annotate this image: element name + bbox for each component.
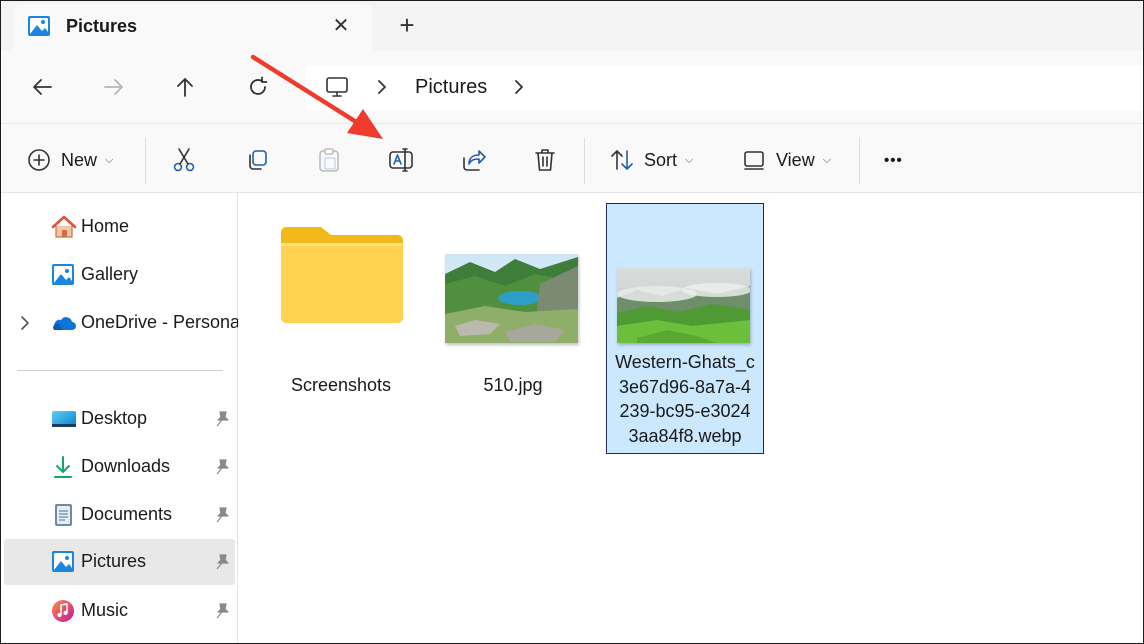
chevron-right-icon[interactable] (375, 77, 389, 97)
image-thumbnail (445, 254, 578, 343)
delete-button[interactable] (533, 146, 557, 174)
new-tab-button[interactable]: + (395, 12, 419, 38)
sidebar-item-gallery[interactable]: Gallery (1, 252, 237, 298)
sidebar-item-label: Home (81, 216, 130, 236)
new-button[interactable]: New ⌵ (27, 146, 113, 174)
file-name-line: Western-Ghats_c (615, 352, 755, 372)
documents-icon (55, 504, 72, 526)
sidebar-item-label: Documents (81, 504, 173, 524)
file-name: 510.jpg (483, 375, 543, 395)
back-button[interactable] (26, 71, 58, 103)
sidebar-item-label: Pictures (81, 551, 147, 571)
tab-pictures[interactable]: Pictures ✕ (13, 4, 372, 51)
folder-icon (281, 227, 403, 323)
share-icon (463, 150, 486, 171)
this-pc-icon (326, 77, 348, 97)
tab-strip: Pictures ✕ + (1, 1, 1143, 51)
file-name: Screenshots (290, 375, 392, 395)
sidebar-item-pictures[interactable]: Pictures (4, 539, 235, 585)
breadcrumb-pictures[interactable]: Pictures (415, 76, 487, 99)
image-thumbnail (617, 268, 750, 343)
chevron-right-icon[interactable] (512, 77, 526, 97)
pin-icon[interactable] (213, 458, 231, 476)
view-label: View (776, 149, 815, 170)
pin-icon[interactable] (213, 553, 231, 571)
file-name-line: 3e67d96-8a7a-4 (618, 376, 752, 397)
paste-button[interactable] (317, 146, 341, 174)
music-icon (52, 600, 74, 622)
sidebar-item-home[interactable]: Home (1, 204, 237, 250)
copy-button[interactable] (245, 146, 269, 174)
sort-label: Sort (644, 149, 678, 170)
plus-circle-icon (28, 149, 50, 171)
sidebar-item-label: OneDrive - Persona (81, 312, 241, 332)
file-name-line: 3aa84f8.webp (628, 425, 742, 446)
chevron-down-icon: ⌵ (822, 153, 832, 166)
pin-icon[interactable] (213, 602, 231, 620)
pin-icon[interactable] (213, 506, 231, 524)
home-icon (51, 215, 77, 238)
divider (145, 138, 146, 184)
copy-icon (249, 150, 267, 170)
scissors-icon (173, 148, 195, 172)
chevron-down-icon: ⌵ (685, 153, 694, 166)
sidebar-item-label: Gallery (81, 264, 139, 284)
pictures-icon (52, 551, 74, 572)
file-item-folder[interactable]: Screenshots (270, 215, 412, 395)
cut-button[interactable] (172, 146, 196, 174)
navigation-pane: Home Gallery OneDrive - Persona Desktop … (1, 193, 241, 643)
sidebar-item-downloads[interactable]: Downloads (1, 444, 237, 490)
navigation-bar: Pictures (1, 51, 1143, 123)
sort-button[interactable]: Sort ⌵ (610, 146, 693, 174)
close-tab-icon[interactable]: ✕ (329, 14, 353, 38)
gallery-icon (52, 264, 74, 285)
file-item-image-selected[interactable]: Western-Ghats_c 3e67d96-8a7a-4 239-bc95-… (606, 203, 764, 454)
rename-icon (389, 148, 413, 172)
sort-icon (611, 150, 633, 170)
arrow-right-icon (104, 79, 123, 95)
more-icon: ••• (884, 151, 903, 169)
clipboard-icon (319, 148, 339, 172)
sidebar-item-desktop[interactable]: Desktop (1, 396, 237, 442)
trash-icon (535, 149, 555, 171)
pictures-icon (28, 16, 50, 36)
file-explorer-window: Pictures ✕ + Pictures New ⌵ Sort ⌵ View … (0, 0, 1144, 644)
view-icon (744, 151, 764, 170)
onedrive-icon (53, 317, 76, 330)
sidebar-item-label: Desktop (81, 408, 148, 428)
sidebar-item-label: Downloads (81, 456, 171, 476)
refresh-button[interactable] (242, 71, 274, 103)
more-options-button[interactable]: ••• (884, 146, 903, 174)
sidebar-item-music[interactable]: Music (1, 588, 237, 634)
divider (859, 138, 860, 184)
rename-button[interactable] (388, 146, 414, 174)
sidebar-divider (17, 370, 223, 371)
chevron-right-icon[interactable] (19, 314, 31, 332)
view-button[interactable]: View ⌵ (742, 146, 831, 174)
refresh-icon (250, 76, 268, 95)
up-button[interactable] (169, 71, 201, 103)
sidebar-item-onedrive[interactable]: OneDrive - Persona (1, 300, 241, 346)
file-list: Screenshots 510.jpg Western-Ghats_c 3e67… (238, 193, 1143, 643)
forward-button[interactable] (98, 71, 130, 103)
pin-icon[interactable] (213, 410, 231, 428)
file-item-image[interactable]: 510.jpg (440, 215, 586, 395)
downloads-icon (54, 456, 72, 478)
arrow-left-icon (33, 79, 52, 95)
share-button[interactable] (461, 146, 487, 174)
sidebar-item-documents[interactable]: Documents (1, 492, 237, 538)
new-label: New (61, 149, 98, 170)
sidebar-item-label: Music (81, 600, 129, 620)
desktop-icon (52, 411, 76, 427)
file-name-line: 239-bc95-e3024 (619, 401, 751, 421)
tab-title: Pictures (66, 16, 138, 36)
chevron-down-icon: ⌵ (105, 153, 114, 166)
address-bar[interactable]: Pictures (305, 65, 1143, 111)
divider (584, 138, 585, 184)
arrow-up-icon (177, 78, 193, 97)
command-bar: New ⌵ Sort ⌵ View ⌵ ••• (1, 123, 1143, 193)
